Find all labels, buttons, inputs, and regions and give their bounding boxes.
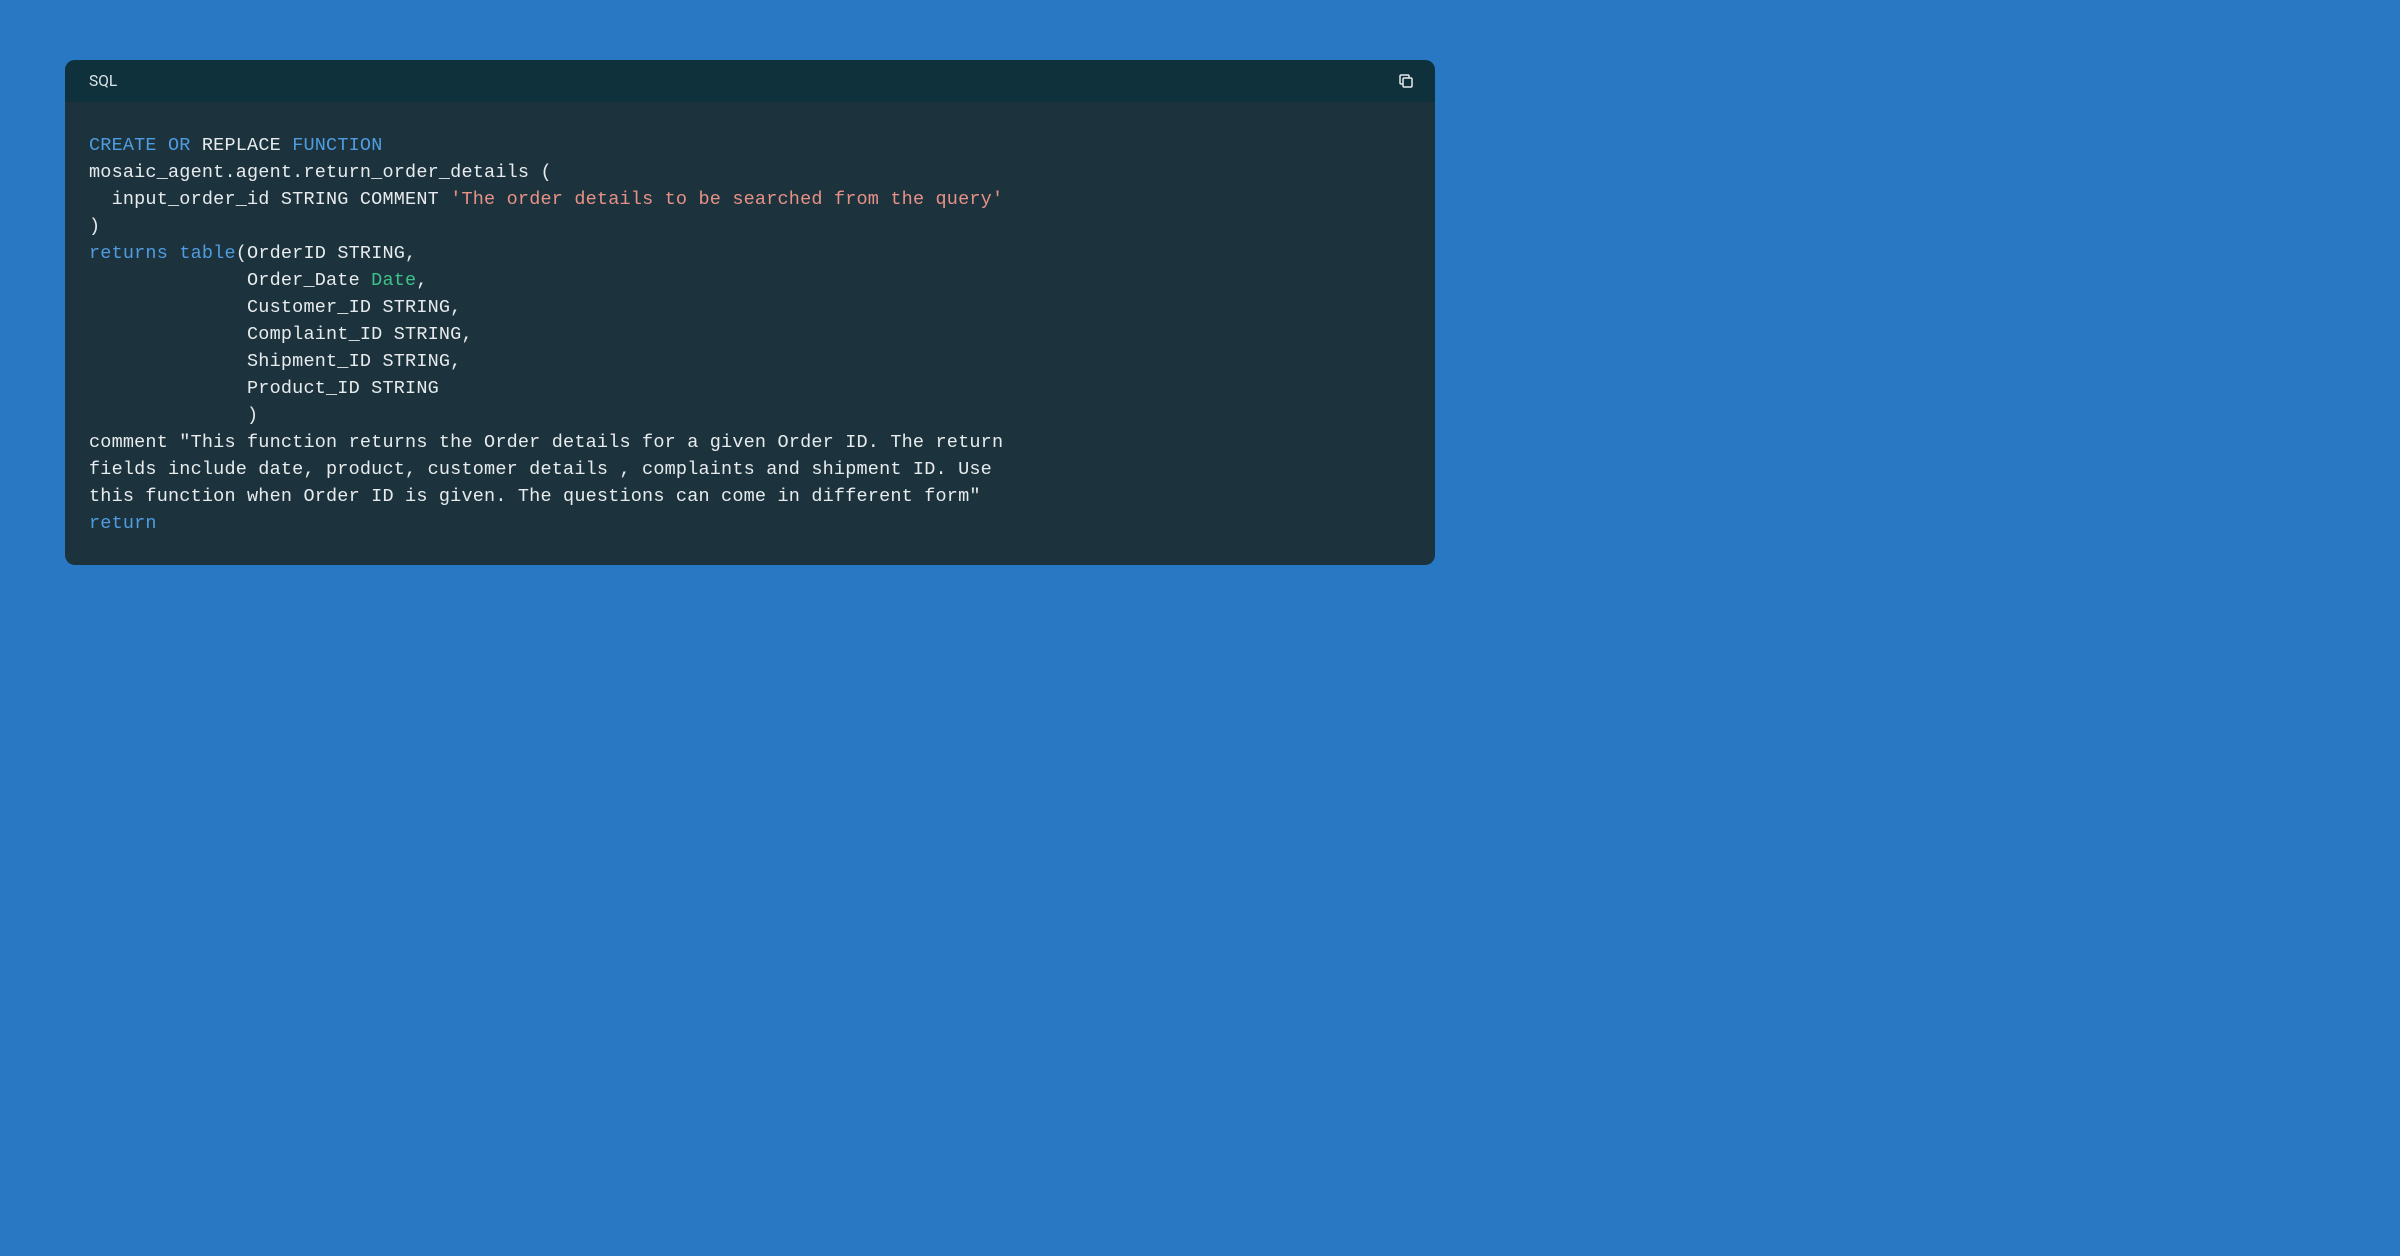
code-titlebar: SQL — [65, 60, 1435, 102]
keyword-create-or: CREATE OR — [89, 135, 191, 156]
keyword-table: table — [179, 243, 235, 264]
code-body: CREATE OR REPLACE FUNCTION mosaic_agent.… — [65, 102, 1435, 565]
code-line: Shipment_ID STRING, — [89, 351, 461, 372]
keyword-returns: returns — [89, 243, 168, 264]
code-window: SQL CREATE OR REPLACE FUNCTION mosaic_ag… — [65, 60, 1435, 565]
code-line: ) — [89, 216, 100, 237]
code-line: (OrderID STRING, — [236, 243, 417, 264]
code-line: ) — [89, 405, 258, 426]
string-literal: 'The order details to be searched from t… — [450, 189, 1003, 210]
code-language-label: SQL — [89, 72, 117, 90]
keyword-replace: REPLACE — [191, 135, 293, 156]
code-line: Order_Date — [89, 270, 371, 291]
keyword-function: FUNCTION — [292, 135, 382, 156]
copy-icon[interactable] — [1397, 72, 1415, 90]
code-line: Product_ID STRING — [89, 378, 439, 399]
type-date: Date — [371, 270, 416, 291]
code-line: input_order_id STRING COMMENT — [89, 189, 450, 210]
code-line: fields include date, product, customer d… — [89, 459, 992, 480]
code-line: this function when Order ID is given. Th… — [89, 486, 981, 507]
code-line: Complaint_ID STRING, — [89, 324, 473, 345]
code-line: comment "This function returns the Order… — [89, 432, 1003, 453]
keyword-return: return — [89, 513, 157, 534]
code-line: Customer_ID STRING, — [89, 297, 461, 318]
code-line: mosaic_agent.agent.return_order_details … — [89, 162, 552, 183]
